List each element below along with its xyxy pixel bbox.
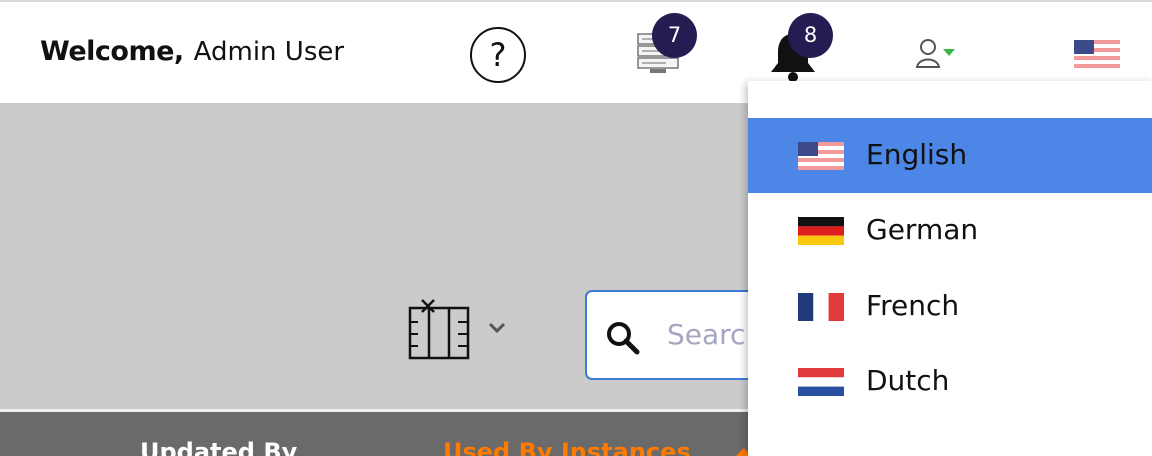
- language-option-label: German: [866, 213, 979, 246]
- column-picker-dropdown[interactable]: [487, 320, 507, 334]
- language-option-french[interactable]: French: [748, 269, 1152, 344]
- nl-flag-icon: [798, 368, 844, 396]
- user-icon: [915, 39, 955, 68]
- columns-icon: [408, 299, 470, 360]
- help-icon: ?: [489, 36, 507, 74]
- language-option-english[interactable]: English: [748, 118, 1152, 193]
- messages-badge: 7: [652, 13, 697, 58]
- language-option-label: English: [866, 138, 968, 171]
- search-icon: [607, 322, 640, 355]
- help-button[interactable]: ?: [470, 27, 526, 83]
- user-menu-button[interactable]: [915, 37, 961, 71]
- language-option-dutch[interactable]: Dutch: [748, 344, 1152, 419]
- us-flag-icon: [798, 142, 844, 170]
- welcome-message: Welcome, Admin User: [40, 36, 344, 67]
- chevron-down-icon: [488, 322, 506, 334]
- us-flag-icon: [1074, 40, 1120, 68]
- welcome-label: Welcome,: [40, 36, 184, 67]
- column-header-used-by-instances[interactable]: Used By Instances: [443, 438, 691, 456]
- column-header-updated-by[interactable]: Updated By: [140, 438, 297, 456]
- language-option-label: Dutch: [866, 364, 950, 397]
- notifications-badge: 8: [788, 13, 833, 58]
- language-option-german[interactable]: German: [748, 193, 1152, 268]
- language-option-label: French: [866, 289, 960, 322]
- language-menu: English German French Dutch: [748, 81, 1152, 456]
- language-selector-button[interactable]: [1074, 40, 1120, 68]
- user-name: Admin User: [193, 37, 345, 67]
- column-picker-button[interactable]: [408, 298, 474, 362]
- fr-flag-icon: [798, 293, 844, 321]
- de-flag-icon: [798, 217, 844, 245]
